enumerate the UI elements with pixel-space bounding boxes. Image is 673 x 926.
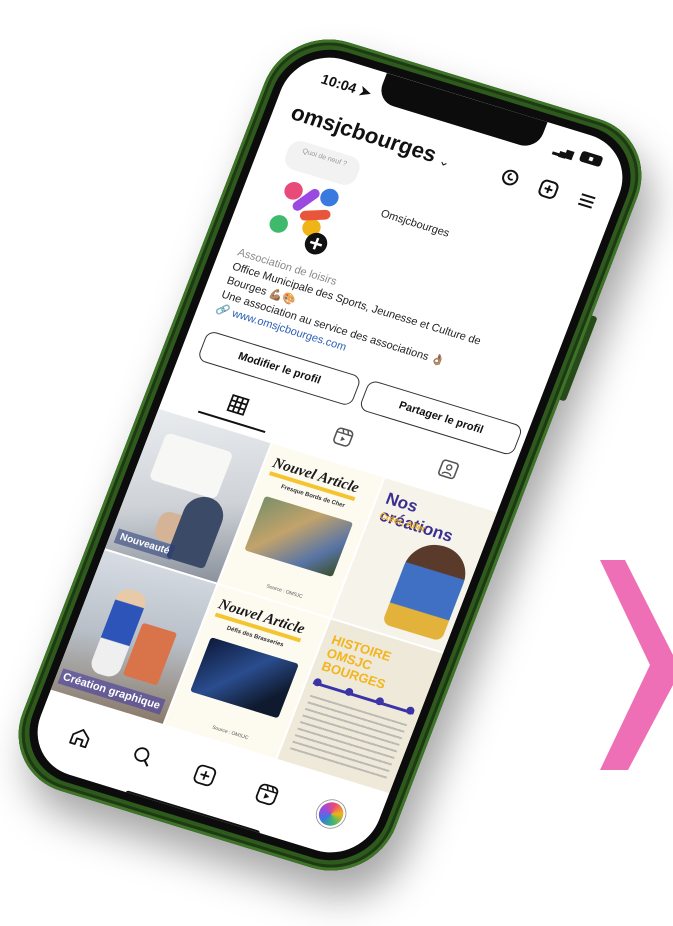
decorative-chevron xyxy=(600,560,673,770)
threads-icon[interactable] xyxy=(494,163,526,192)
location-arrow-icon: ➤ xyxy=(356,82,374,101)
post-photo xyxy=(244,495,353,577)
post-footer: Source : OMSJC xyxy=(265,583,304,600)
phone-screen: 10:04 ➤ ▂▄▆ ■ omsjcbourges⌄ Quoi de neuf… xyxy=(23,45,637,865)
home-icon[interactable] xyxy=(64,723,96,752)
add-post-icon[interactable] xyxy=(533,175,565,204)
post-photo xyxy=(189,637,299,719)
menu-icon[interactable] xyxy=(571,186,603,215)
search-icon[interactable] xyxy=(127,742,159,771)
phone-device: 10:04 ➤ ▂▄▆ ■ omsjcbourges⌄ Quoi de neuf… xyxy=(0,23,661,887)
profile-avatar[interactable] xyxy=(313,796,350,832)
status-time: 10:04 ➤ xyxy=(318,70,374,101)
post-photo xyxy=(381,537,475,642)
grid-icon xyxy=(226,394,250,416)
tagged-icon xyxy=(438,459,459,480)
link-icon: 🔗 xyxy=(214,302,232,318)
chevron-down-icon: ⌄ xyxy=(436,152,453,170)
post-footer: Source : OMSJC xyxy=(211,724,250,742)
reels-icon xyxy=(333,427,354,447)
battery-icon: ■ xyxy=(578,150,604,168)
display-name: Omsjcbourges xyxy=(378,207,452,240)
signal-icon: ▂▄▆ xyxy=(551,144,575,161)
create-icon[interactable] xyxy=(189,761,221,790)
reels-nav-icon[interactable] xyxy=(251,780,283,809)
